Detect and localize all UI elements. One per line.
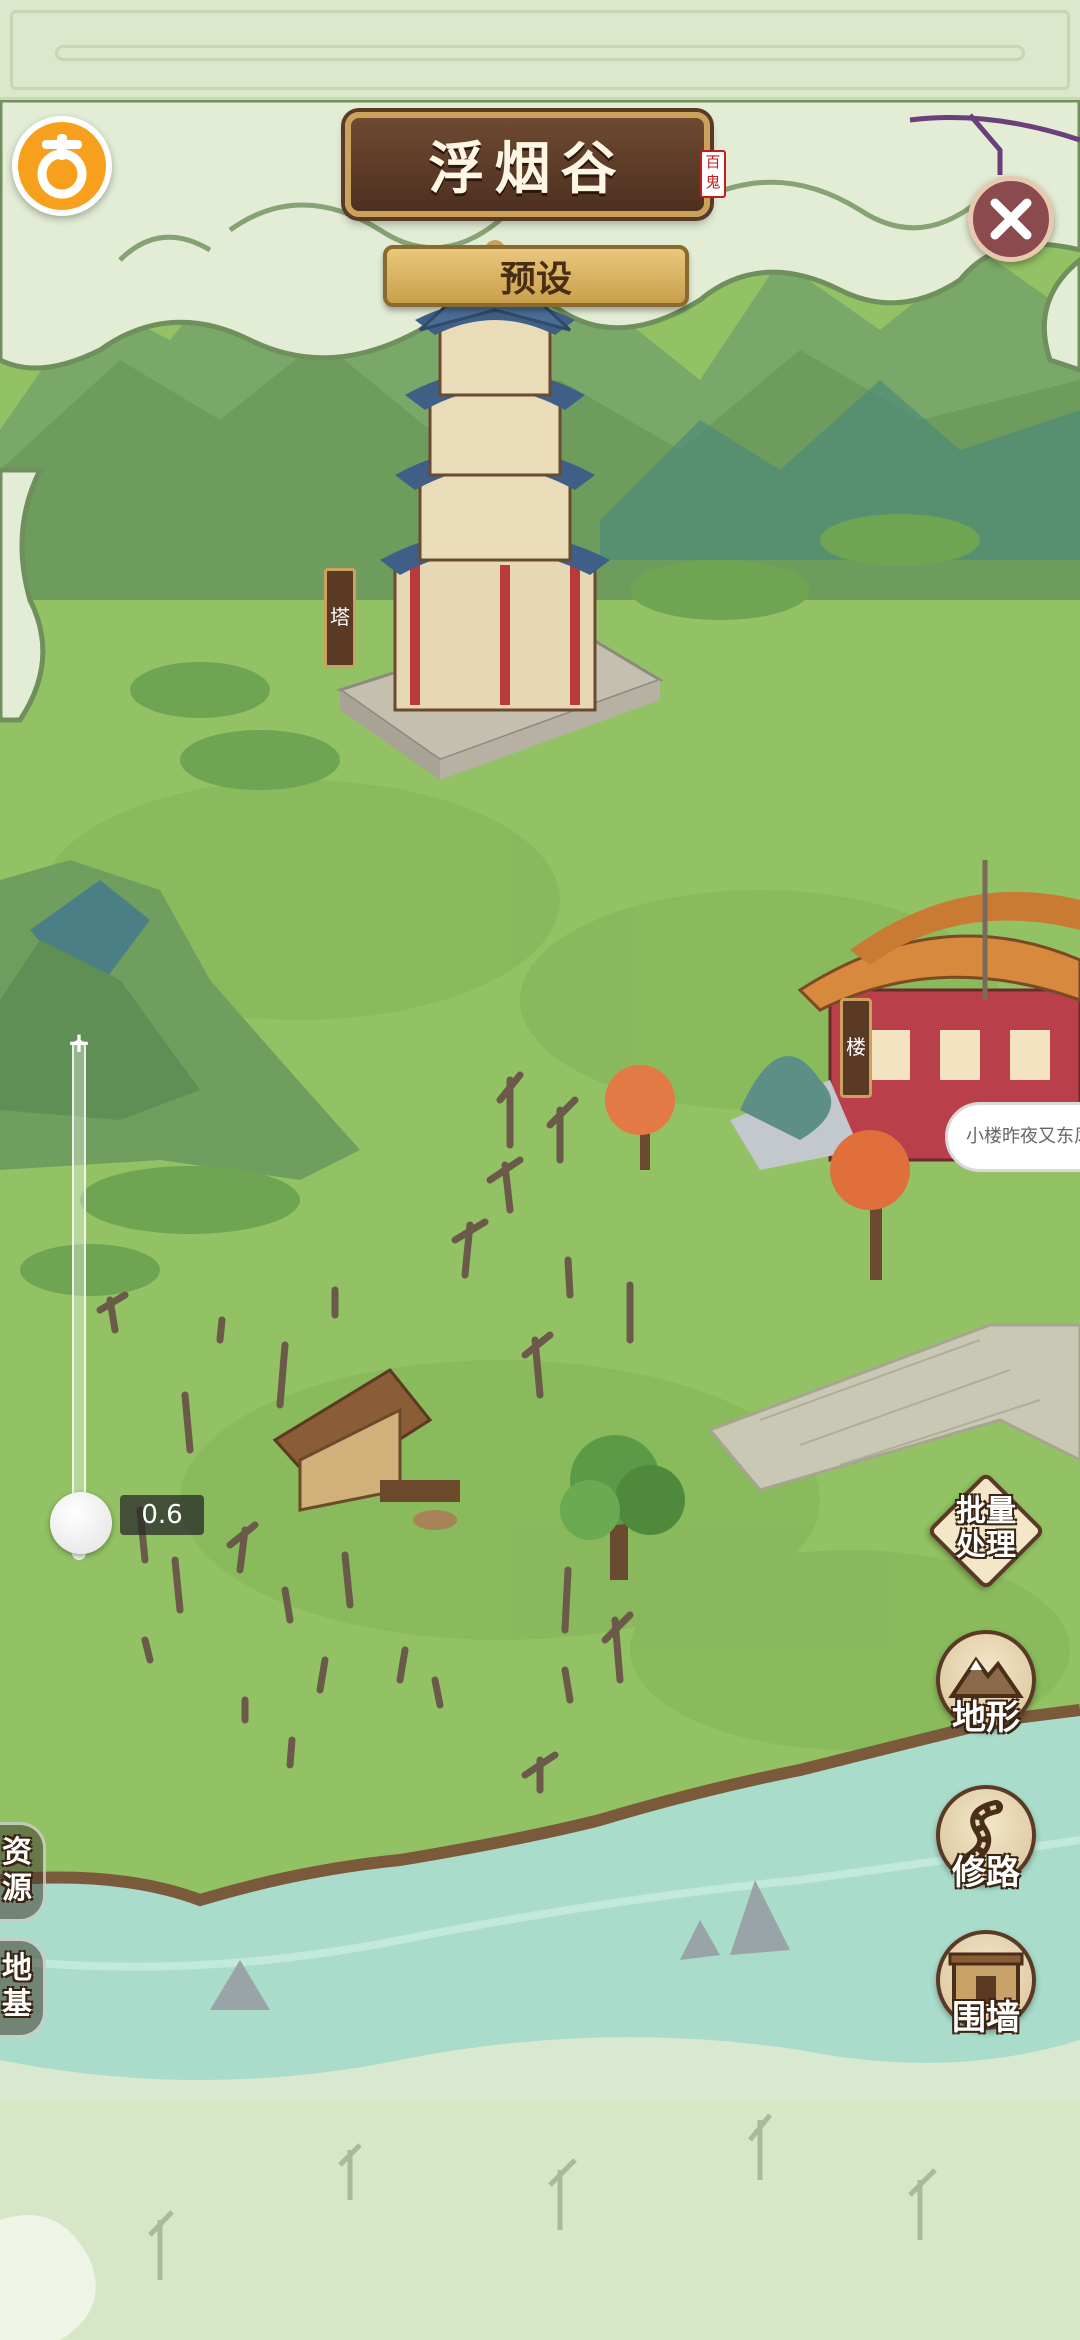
close-button[interactable] [968,176,1054,262]
resources-tab[interactable]: 资 源 [0,1822,46,1922]
pagoda-name-tag[interactable]: 塔 [324,568,356,668]
location-title: 浮烟谷 [428,136,627,202]
red-seal-stamp: 百鬼 [700,150,726,198]
map-scene[interactable] [0,0,1080,2340]
zoom-slider-thumb[interactable] [50,1491,112,1554]
close-icon [990,198,1032,240]
build-road-label: 修路 [952,1853,1020,1893]
npc-speech-bubble: 小楼昨夜又东风 [945,1102,1080,1172]
preset-button[interactable]: 预设 [383,245,689,307]
status-bar [55,45,1025,61]
game-logo-button[interactable] [12,116,112,216]
system-status-strip [0,0,1080,100]
foundation-tab[interactable]: 地 基 [0,1938,46,2038]
foundation-tab-label-1: 地 [2,1951,32,1986]
batch-label-line2: 处理 [956,1528,1016,1563]
batch-label-line1: 批量 [956,1494,1016,1529]
zoom-value-label: 0.6 [120,1495,204,1535]
resources-tab-label-1: 资 [2,1835,32,1870]
batch-process-label: 批量 处理 [928,1495,1044,1563]
zoom-in-button[interactable]: + [64,1028,94,1058]
tower-name-tag[interactable]: 楼 [840,998,872,1098]
resources-tab-label-2: 源 [2,1871,32,1906]
zoom-slider-track[interactable] [72,1040,86,1560]
location-title-plaque: 浮烟谷 [345,112,710,217]
build-wall-label: 围墙 [952,1998,1020,2038]
batch-process-button[interactable]: 批量 处理 [926,1471,1046,1591]
foundation-tab-label-2: 基 [2,1987,32,2022]
terrain-label: 地形 [952,1698,1020,1738]
gourd-logo-icon [37,134,87,199]
